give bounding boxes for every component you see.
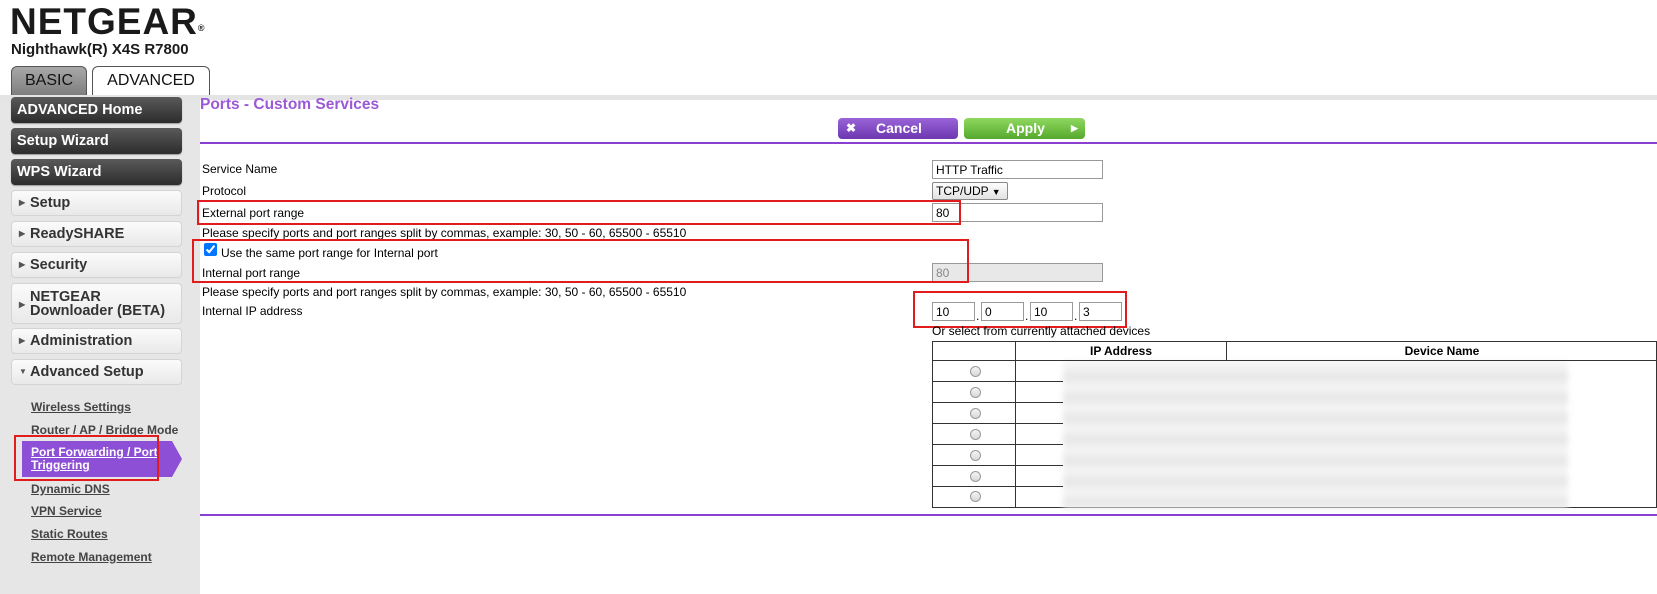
nav-section-administration[interactable]: ▶ Administration [11,328,182,354]
section-divider-top [200,142,1657,144]
triangle-down-icon: ▼ [19,367,27,376]
nav-static-routes[interactable]: Static Routes [31,527,108,541]
cancel-button[interactable]: ✖ Cancel [838,118,958,139]
nav-advanced-home[interactable]: ADVANCED Home [11,97,182,123]
triangle-right-icon: ▶ [19,300,26,309]
protocol-select[interactable]: TCP/UDP ▼ [932,182,1008,200]
netgear-logo: NETGEAR® [10,1,206,42]
nav-wps-wizard[interactable]: WPS Wizard [11,159,182,185]
annotation-box-external [197,200,961,225]
apply-button[interactable]: Apply ▶ [964,118,1085,139]
tab-advanced[interactable]: ADVANCED [92,66,210,96]
dropdown-arrow-icon: ▼ [991,187,1001,197]
internal-ip-label: Internal IP address [202,304,303,318]
device-radio[interactable] [970,471,981,482]
nav-vpn-service[interactable]: VPN Service [31,504,102,518]
port-hint-2: Please specify ports and port ranges spl… [202,285,687,299]
device-radio[interactable] [970,491,981,502]
triangle-right-icon: ▶ [19,229,26,238]
nav-section-advanced-setup[interactable]: ▼ Advanced Setup [11,359,182,385]
annotation-box-internal [192,239,969,283]
triangle-right-icon: ▶ [19,260,26,269]
device-table: IP Address Device Name [932,341,1657,508]
protocol-label: Protocol [202,184,247,198]
nav-wireless-settings[interactable]: Wireless Settings [31,400,131,414]
nav-section-setup[interactable]: ▶ Setup [11,190,182,216]
triangle-right-icon: ▶ [19,198,26,207]
nav-remote-management[interactable]: Remote Management [31,550,152,564]
nav-section-readyshare[interactable]: ▶ ReadySHARE [11,221,182,247]
nav-active-arrow [172,441,182,477]
select-device-hint: Or select from currently attached device… [932,324,1151,338]
device-radio[interactable] [970,387,981,398]
triangle-right-icon: ▶ [19,336,26,345]
device-radio[interactable] [970,429,981,440]
annotation-box-ip [913,291,1127,328]
model-name: Nighthawk(R) X4S R7800 [11,41,189,58]
triangle-right-icon: ▶ [1071,123,1078,133]
nav-setup-wizard[interactable]: Setup Wizard [11,128,182,154]
port-hint-1: Please specify ports and port ranges spl… [202,226,687,240]
ip-address-header: IP Address [1089,344,1153,358]
blurred-device-rows [1063,361,1568,508]
tab-basic[interactable]: BASIC [11,66,87,96]
nav-section-security[interactable]: ▶ Security [11,252,182,278]
nav-dynamic-dns[interactable]: Dynamic DNS [31,482,110,496]
device-radio[interactable] [970,408,981,419]
section-divider-bottom [200,514,1657,516]
device-name-header: Device Name [1404,344,1480,358]
page-title: Ports - Custom Services [200,96,380,113]
annotation-box-nav [14,435,159,481]
nav-section-downloader[interactable]: ▶ NETGEAR Downloader (BETA) [11,283,182,324]
service-name-input[interactable] [932,160,1103,179]
service-name-label: Service Name [202,162,278,176]
close-icon: ✖ [846,121,857,135]
device-radio[interactable] [970,366,981,377]
device-radio[interactable] [970,450,981,461]
